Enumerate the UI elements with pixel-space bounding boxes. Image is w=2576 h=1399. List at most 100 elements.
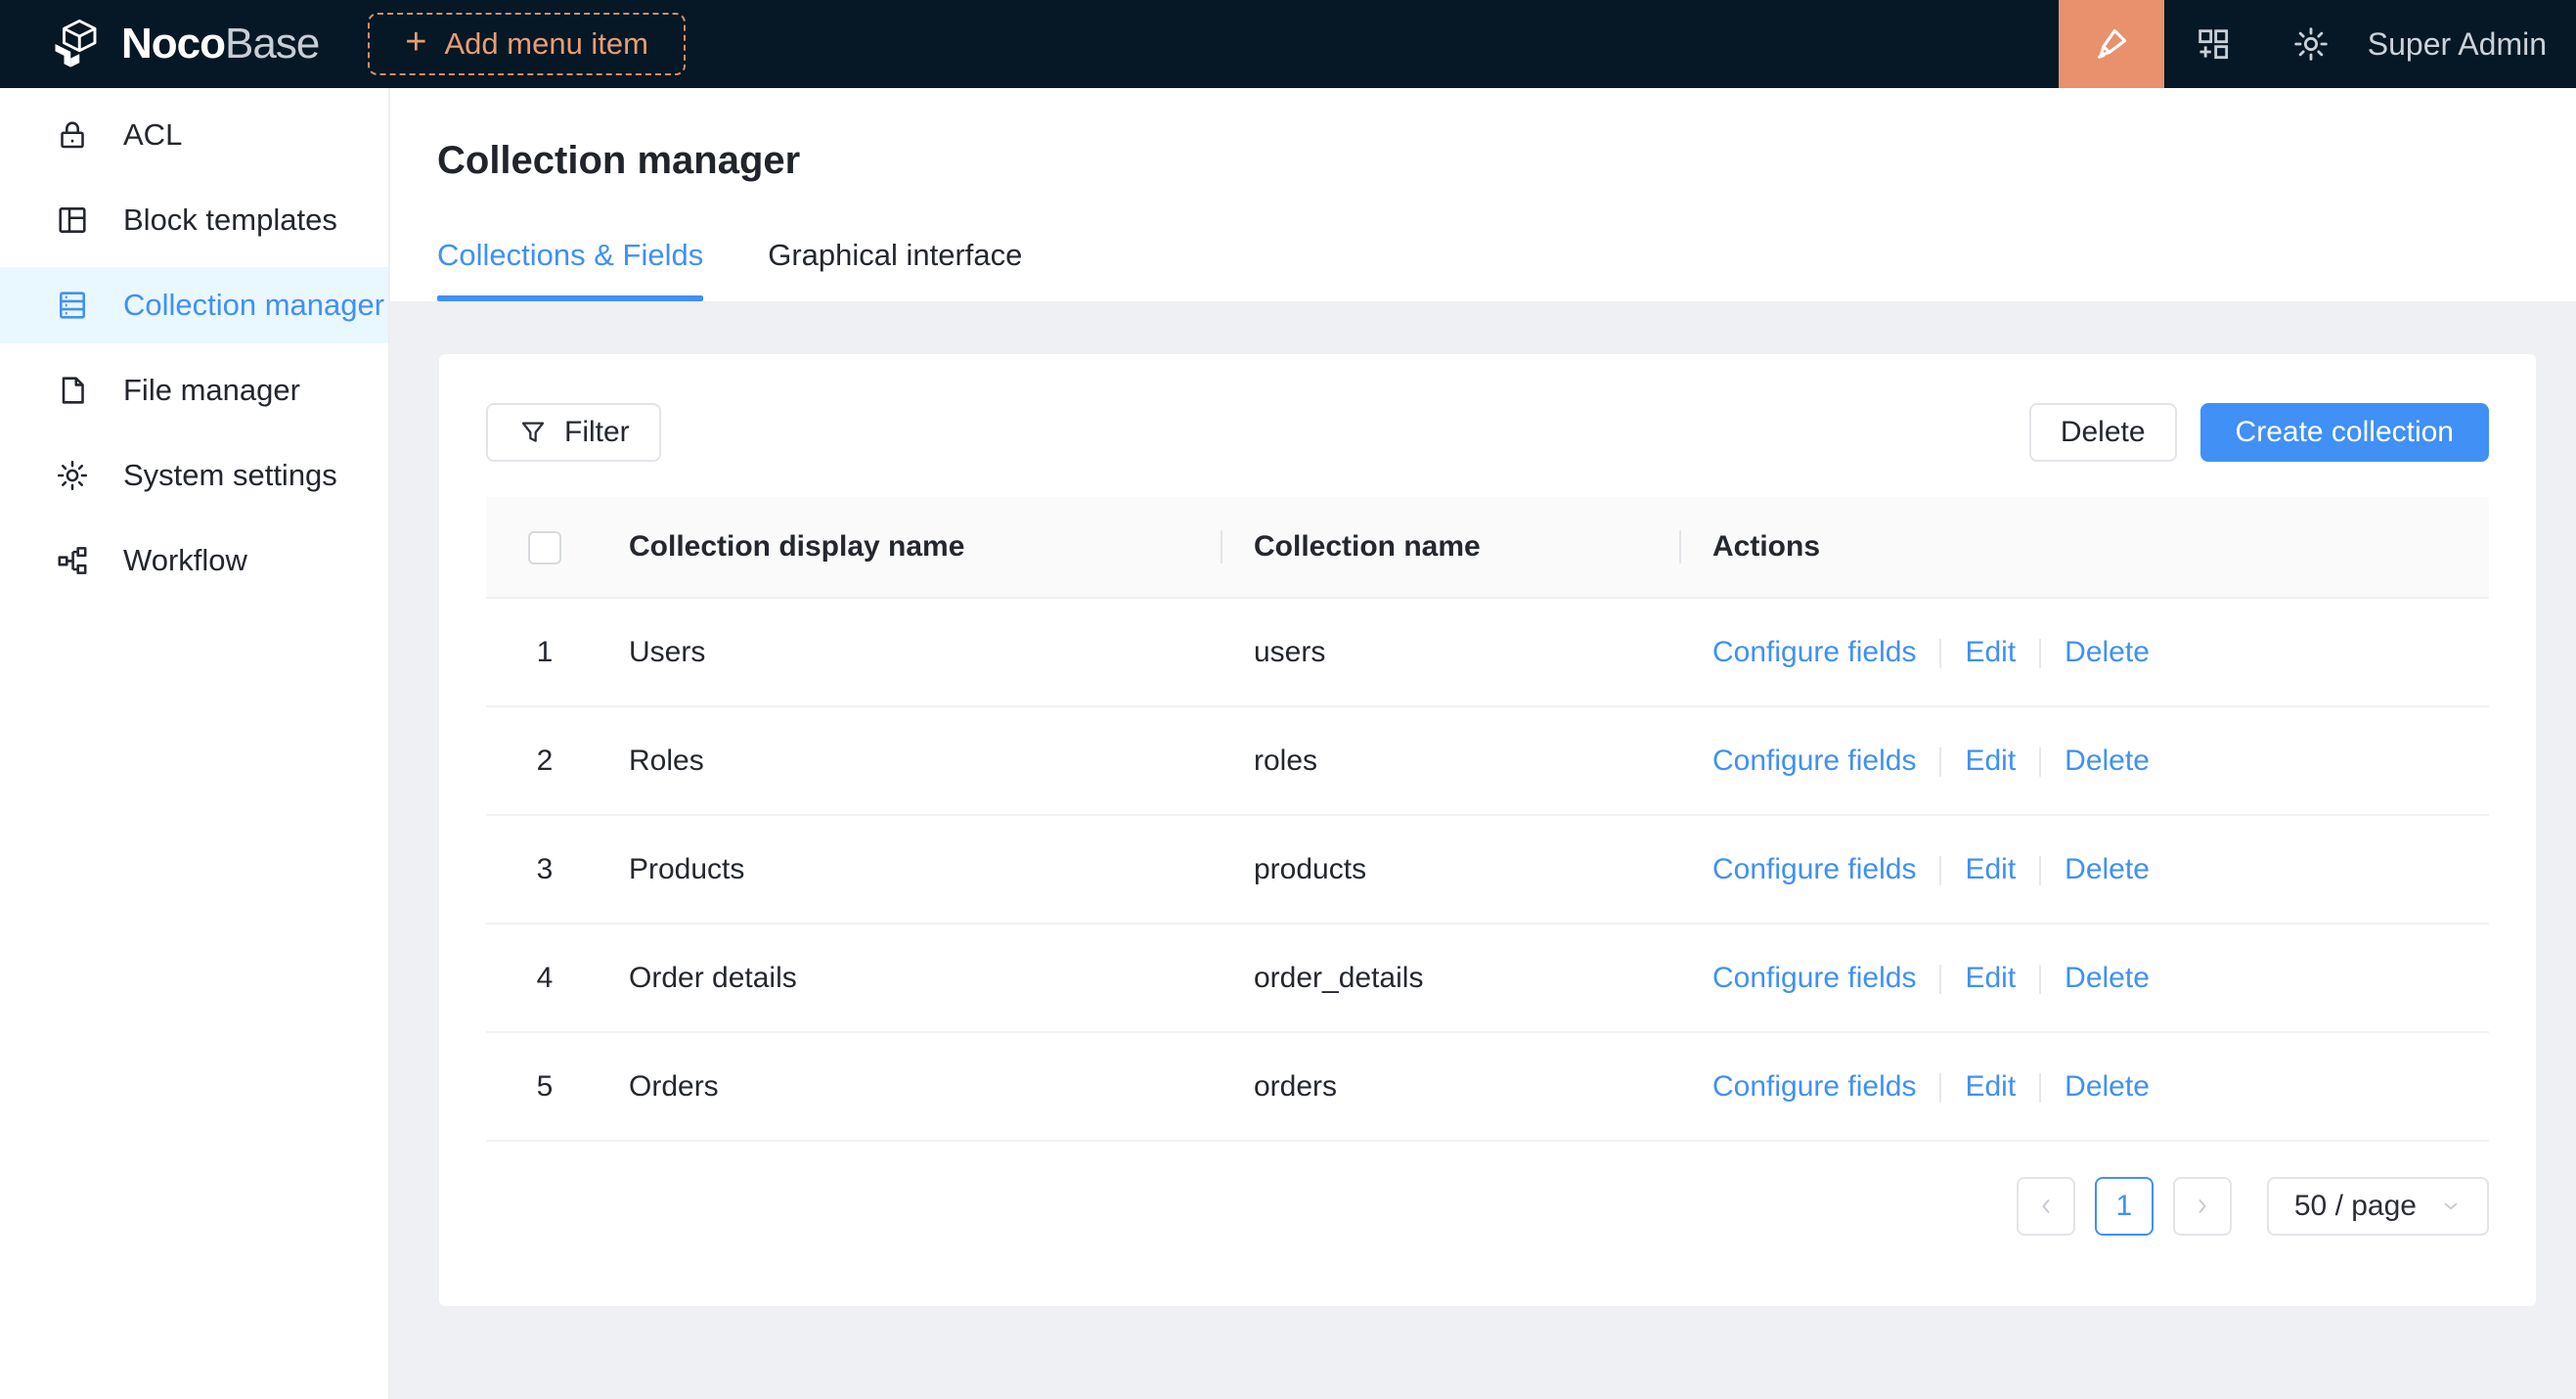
- cell-collection-name: order_details: [1222, 924, 1681, 1032]
- sidebar-item-label: Workflow: [123, 543, 247, 578]
- row-index: 3: [486, 815, 603, 924]
- previous-page-button[interactable]: [2017, 1177, 2075, 1236]
- top-bar-actions: Super Admin: [2059, 0, 2576, 88]
- cell-collection-display-name: Products: [603, 815, 1222, 924]
- configure-fields-link[interactable]: Configure fields: [1712, 962, 1916, 994]
- cell-actions: Configure fields Edit Delete: [1681, 1032, 2489, 1141]
- action-divider: [2039, 856, 2041, 885]
- gear-icon: [55, 458, 90, 493]
- cell-actions: Configure fields Edit Delete: [1681, 706, 2489, 815]
- action-divider: [2039, 965, 2041, 994]
- delete-link[interactable]: Delete: [2065, 1070, 2150, 1103]
- configure-fields-link[interactable]: Configure fields: [1712, 1070, 1916, 1103]
- header-actions: Actions: [1681, 497, 2489, 598]
- row-index: 2: [486, 706, 603, 815]
- pagination: 1 50 / page: [486, 1177, 2489, 1236]
- layout-icon: [55, 203, 90, 238]
- header-collection-name: Collection name: [1222, 497, 1681, 598]
- nocobase-cube-icon: [51, 18, 104, 70]
- add-menu-item-label: Add menu item: [445, 26, 649, 62]
- settings-button[interactable]: [2262, 0, 2360, 88]
- collections-table: Collection display name Collection name …: [486, 497, 2489, 1142]
- chevron-left-icon: [2034, 1195, 2058, 1218]
- edit-link[interactable]: Edit: [1965, 745, 2016, 777]
- sidebar-item-acl[interactable]: ACL: [0, 97, 388, 173]
- logo-text: NocoBase: [121, 20, 319, 68]
- page-size-select[interactable]: 50 / page: [2267, 1177, 2489, 1236]
- cell-collection-name: products: [1222, 815, 1681, 924]
- action-divider: [1939, 1073, 1941, 1103]
- cell-collection-display-name: Users: [603, 598, 1222, 706]
- page-size-value: 50 / page: [2294, 1190, 2417, 1223]
- table-row[interactable]: 5 Orders orders Configure fields Edit Dele…: [486, 1032, 2489, 1141]
- sidebar-item-block-templates[interactable]: Block templates: [0, 182, 388, 258]
- table-row[interactable]: 4 Order details order_details Configure …: [486, 924, 2489, 1032]
- lock-icon: [55, 117, 90, 153]
- edit-link[interactable]: Edit: [1965, 853, 2016, 885]
- row-index: 5: [486, 1032, 603, 1141]
- page-title: Collection manager: [437, 135, 2529, 186]
- edit-link[interactable]: Edit: [1965, 636, 2016, 668]
- table-header: Collection display name Collection name …: [486, 497, 2489, 598]
- sidebar-item-label: Collection manager: [123, 288, 384, 323]
- sidebar-item-file-manager[interactable]: File manager: [0, 352, 388, 429]
- bulk-delete-button[interactable]: Delete: [2029, 403, 2177, 462]
- action-divider: [2039, 639, 2041, 668]
- content-area: Filter Delete Create collection Collecti…: [390, 301, 2576, 1399]
- ui-editor-button[interactable]: [2059, 0, 2164, 88]
- database-icon: [55, 288, 90, 323]
- cell-collection-name: orders: [1222, 1032, 1681, 1141]
- table-body: 1 Users users Configure fields Edit Delete…: [486, 598, 2489, 1141]
- table-row[interactable]: 2 Roles roles Configure fieldsEditDelete: [486, 706, 2489, 815]
- delete-link[interactable]: Delete: [2065, 962, 2150, 994]
- file-icon: [55, 373, 90, 408]
- nocobase-admin-app: NocoBase + Add menu item: [0, 0, 2576, 1399]
- table-toolbar: Filter Delete Create collection: [486, 403, 2489, 462]
- edit-link[interactable]: Edit: [1965, 1070, 2016, 1103]
- action-divider: [1939, 639, 1941, 668]
- sidebar-item-system-settings[interactable]: System settings: [0, 437, 388, 514]
- table-row[interactable]: 3 Products products Configure fields Edit…: [486, 815, 2489, 924]
- current-user-menu[interactable]: Super Admin: [2368, 26, 2547, 63]
- action-divider: [1939, 747, 1941, 777]
- configure-fields-link[interactable]: Configure fields: [1712, 636, 1916, 668]
- tab-graphical-interface[interactable]: Graphical interface: [768, 237, 1022, 301]
- sidebar-item-label: File manager: [123, 373, 300, 408]
- cell-actions: Configure fields Edit Delete: [1681, 598, 2489, 706]
- nocobase-logo[interactable]: NocoBase: [51, 18, 319, 70]
- sidebar-item-collection-manager[interactable]: Collection manager: [0, 267, 388, 343]
- tab-collections-and-fields[interactable]: Collections & Fields: [437, 237, 703, 301]
- sidebar-item-label: System settings: [123, 458, 337, 493]
- filter-button[interactable]: Filter: [486, 403, 661, 462]
- workflow-icon: [55, 543, 90, 578]
- filter-label: Filter: [564, 416, 630, 449]
- plugins-button[interactable]: [2164, 0, 2262, 88]
- table-row[interactable]: 1 Users users Configure fields Edit Delete: [486, 598, 2489, 706]
- delete-link[interactable]: Delete: [2065, 636, 2150, 668]
- configure-fields-link[interactable]: Configure fields: [1712, 853, 1916, 885]
- next-page-button[interactable]: [2173, 1177, 2232, 1236]
- funnel-icon: [517, 417, 549, 448]
- sidebar-item-label: Block templates: [123, 203, 337, 238]
- add-menu-item-button[interactable]: + Add menu item: [368, 13, 686, 75]
- row-index: 4: [486, 924, 603, 1032]
- configure-fields-link[interactable]: Configure fields: [1712, 745, 1916, 777]
- action-divider: [1939, 965, 1941, 994]
- delete-link[interactable]: Delete: [2065, 745, 2150, 777]
- edit-link[interactable]: Edit: [1965, 962, 2016, 994]
- row-index: 1: [486, 598, 603, 706]
- cell-collection-name: users: [1222, 598, 1681, 706]
- page-header: Collection manager Collections & Fields …: [390, 88, 2576, 301]
- chevron-down-icon: [2440, 1196, 2462, 1217]
- action-divider: [1939, 856, 1941, 885]
- cell-collection-display-name: Order details: [603, 924, 1222, 1032]
- delete-link[interactable]: Delete: [2065, 853, 2150, 885]
- select-all-checkbox[interactable]: [528, 531, 561, 564]
- sidebar-item-workflow[interactable]: Workflow: [0, 522, 388, 599]
- page-number-button[interactable]: 1: [2095, 1177, 2154, 1236]
- cell-collection-display-name: Orders: [603, 1032, 1222, 1141]
- cell-collection-display-name: Roles: [603, 706, 1222, 815]
- create-collection-button[interactable]: Create collection: [2200, 403, 2489, 462]
- tabs: Collections & Fields Graphical interface: [437, 237, 2529, 301]
- sidebar-item-label: ACL: [123, 117, 182, 153]
